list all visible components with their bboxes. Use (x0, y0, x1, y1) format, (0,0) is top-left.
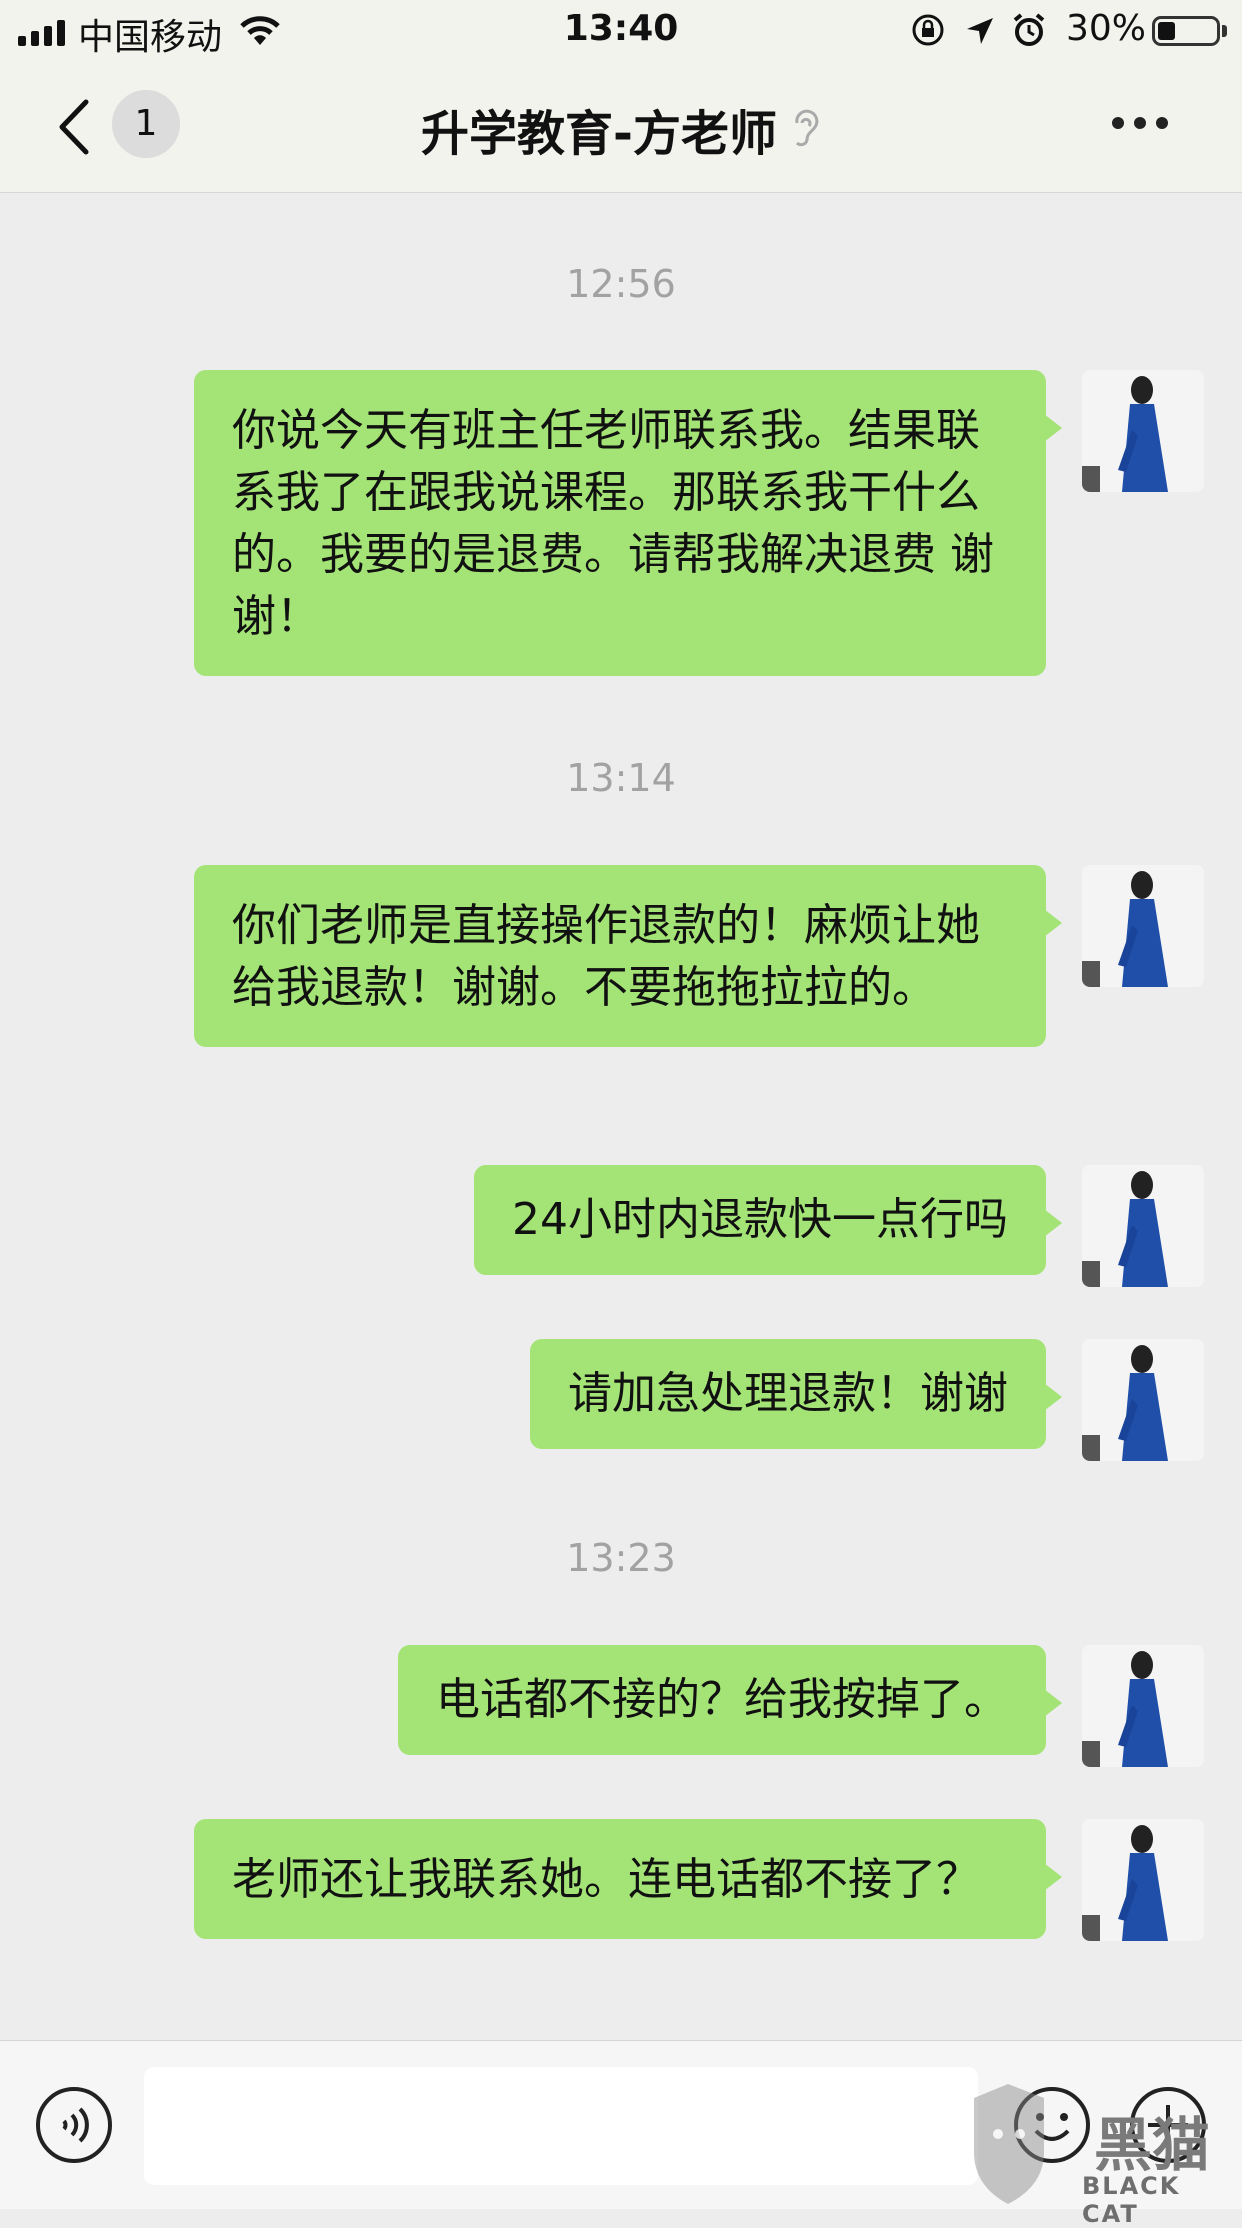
location-icon (965, 14, 995, 55)
watermark-cn: 黑猫 (1094, 2111, 1211, 2179)
status-bar: 中国移动 13:40 30% (0, 0, 1242, 62)
chat-title: 升学教育-方老师 (421, 106, 777, 162)
more-icon (1112, 117, 1168, 129)
watermark-text: BLACK CAT (1082, 2172, 1181, 2228)
avatar[interactable] (1082, 370, 1204, 492)
timestamp: 12:56 (566, 262, 676, 306)
battery-percent: 30% (1066, 8, 1147, 49)
more-options-button[interactable] (1112, 117, 1168, 129)
avatar[interactable] (1082, 1819, 1204, 1941)
earpiece-icon (795, 109, 819, 147)
battery-cap (1222, 25, 1227, 37)
voice-icon (36, 2087, 112, 2163)
message-bubble[interactable]: 24小时内退款快一点行吗 (474, 1165, 1062, 1275)
alarm-icon (1012, 12, 1046, 57)
message-bubble[interactable]: 你们老师是直接操作退款的！麻烦让她给我退款！谢谢。不要拖拖拉拉的。 (194, 865, 1062, 1047)
battery-icon (1152, 16, 1220, 46)
chat-title-bar: 升学教育-方老师 (0, 94, 1242, 164)
avatar[interactable] (1082, 1165, 1204, 1287)
rotation-lock-icon (910, 12, 946, 57)
message-bubble[interactable]: 请加急处理退款！谢谢 (530, 1339, 1062, 1449)
timestamp: 13:14 (566, 756, 676, 800)
message-bubble[interactable]: 你说今天有班主任老师联系我。结果联系我了在跟我说课程。那联系我干什么的。我要的是… (194, 370, 1062, 676)
message-input[interactable] (144, 2067, 978, 2185)
message-bubble[interactable]: 电话都不接的？给我按掉了。 (398, 1645, 1062, 1755)
avatar[interactable] (1082, 1339, 1204, 1461)
message-bubble[interactable]: 老师还让我联系她。连电话都不接了？ (194, 1819, 1062, 1939)
avatar[interactable] (1082, 1645, 1204, 1767)
status-time: 13:40 (563, 8, 679, 49)
chat-header: 1 升学教育-方老师 (0, 62, 1242, 193)
voice-input-button[interactable] (34, 2085, 114, 2165)
avatar[interactable] (1082, 865, 1204, 987)
timestamp: 13:23 (566, 1536, 676, 1580)
